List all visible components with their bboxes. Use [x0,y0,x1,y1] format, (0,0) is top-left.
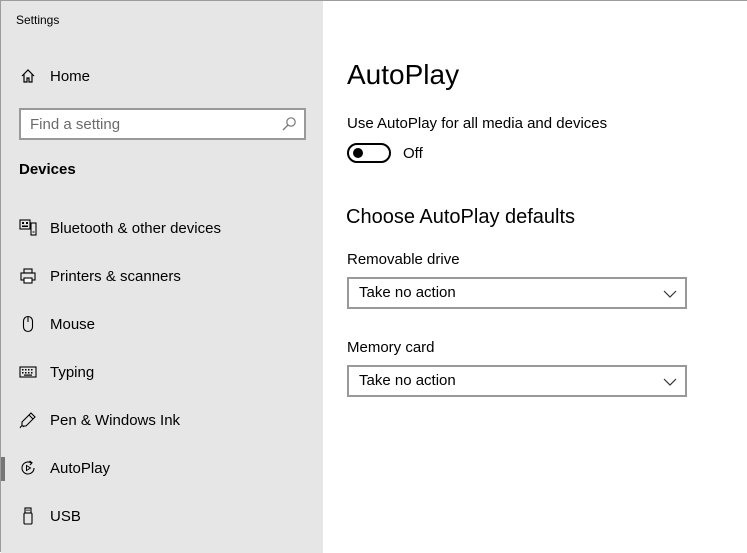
memory-card-label: Memory card [347,339,435,356]
sidebar-item-usb[interactable]: USB [1,494,323,538]
keyboard-icon [19,363,37,381]
autoplay-toggle[interactable] [347,143,391,163]
removable-drive-dropdown[interactable]: Take no action [347,277,687,309]
settings-window: Settings Home Devices Bluetooth & other … [0,0,747,553]
removable-drive-label: Removable drive [347,251,460,268]
page-title: AutoPlay [347,59,460,90]
toggle-knob [353,148,363,158]
app-title: Settings [16,13,60,27]
main-content: AutoPlay Use AutoPlay for all media and … [323,1,747,553]
sidebar-item-label: Typing [50,363,95,381]
sidebar-item-mouse[interactable]: Mouse [1,302,323,346]
sidebar-item-label: Mouse [50,315,96,333]
toggle-state-text: Off [403,145,423,162]
autoplay-toggle-label: Use AutoPlay for all media and devices [347,115,608,132]
mouse-icon [19,315,37,333]
sidebar-item-label: AutoPlay [50,459,111,477]
sidebar-item-bluetooth[interactable]: Bluetooth & other devices [1,206,323,250]
sidebar-item-pen[interactable]: Pen & Windows Ink [1,398,323,442]
sidebar-item-label: Printers & scanners [50,267,181,285]
home-nav-item[interactable]: Home [1,54,323,98]
home-icon [19,67,37,85]
sidebar-item-typing[interactable]: Typing [1,350,323,394]
sidebar-item-label: USB [50,507,81,525]
memory-card-value: Take no action [359,372,456,389]
usb-icon [19,507,37,525]
search-box[interactable] [19,108,306,140]
memory-card-dropdown[interactable]: Take no action [347,365,687,397]
sidebar-item-printers[interactable]: Printers & scanners [1,254,323,298]
defaults-heading: Choose AutoPlay defaults [346,206,576,228]
autoplay-icon [19,459,37,477]
sidebar-item-label: Bluetooth & other devices [50,219,221,237]
chevron-down-icon [663,375,677,389]
search-icon[interactable] [281,116,297,132]
printer-icon [19,267,37,285]
pen-icon [19,411,37,429]
sidebar-item-label: Pen & Windows Ink [50,411,181,429]
removable-drive-value: Take no action [359,284,456,301]
section-title-devices: Devices [19,161,76,178]
search-input[interactable] [30,114,270,134]
home-label: Home [50,67,91,85]
chevron-down-icon [663,287,677,301]
keyboard-device-icon [19,219,37,237]
sidebar-item-autoplay[interactable]: AutoPlay [1,446,323,490]
sidebar: Settings Home Devices Bluetooth & other … [1,1,323,553]
